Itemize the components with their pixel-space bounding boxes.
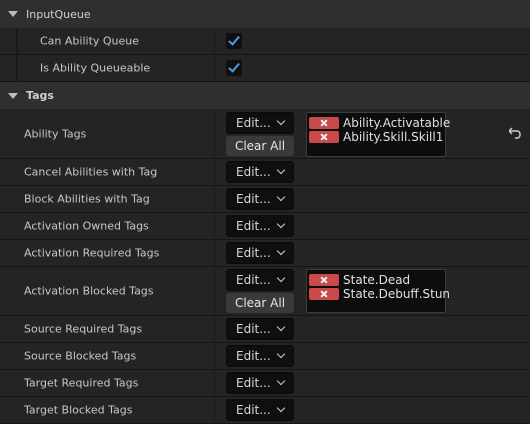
property-label: Block Abilities with Tag [24, 192, 150, 206]
edit-tags-combo[interactable]: Edit... [226, 188, 294, 210]
combo-label: Edit... [236, 116, 271, 130]
combo-label: Edit... [236, 322, 271, 336]
tag-label: State.Dead [343, 273, 411, 287]
chevron-down-icon [276, 322, 286, 332]
tag-item: Ability.Skill.Skill1 [309, 130, 443, 144]
combo-label: Edit... [236, 403, 271, 417]
property-row-target-required: Target Required Tags Edit... [0, 370, 530, 397]
category-inputqueue[interactable]: InputQueue [0, 0, 530, 29]
x-icon[interactable] [309, 117, 339, 129]
edit-tags-combo[interactable]: Edit... [226, 318, 294, 340]
combo-label: Edit... [236, 219, 271, 233]
triangle-down-icon[interactable] [8, 11, 18, 17]
category-title: InputQueue [26, 7, 91, 21]
property-label: Source Blocked Tags [24, 349, 137, 363]
property-row-source-blocked: Source Blocked Tags Edit... [0, 343, 530, 370]
chevron-down-icon [276, 165, 286, 175]
combo-label: Edit... [236, 246, 271, 260]
is-ability-queueable-checkbox[interactable] [226, 60, 242, 76]
clear-all-button[interactable]: Clear All [226, 293, 294, 313]
property-row-is-ability-queueable: Is Ability Queueable [0, 55, 530, 82]
property-label: Source Required Tags [24, 322, 143, 336]
property-row-source-required: Source Required Tags Edit... [0, 316, 530, 343]
property-row-block-abilities: Block Abilities with Tag Edit... [0, 186, 530, 213]
column-divider[interactable] [214, 397, 215, 423]
tag-label: Ability.Activatable [343, 116, 451, 130]
edit-tags-combo[interactable]: Edit... [226, 345, 294, 367]
edit-tags-combo[interactable]: Edit... [226, 112, 294, 134]
tag-item: Ability.Activatable [309, 116, 450, 130]
column-divider[interactable] [214, 109, 215, 158]
property-label: Activation Owned Tags [24, 219, 149, 233]
property-label: Cancel Abilities with Tag [24, 165, 158, 179]
property-row-activation-blocked: Activation Blocked Tags Edit... Clear Al… [0, 267, 530, 316]
combo-label: Edit... [236, 349, 271, 363]
column-divider[interactable] [214, 370, 215, 396]
column-divider[interactable] [214, 343, 215, 369]
tag-label: Ability.Skill.Skill1 [343, 130, 444, 144]
property-label: Target Blocked Tags [24, 403, 133, 417]
edit-tags-combo[interactable]: Edit... [226, 161, 294, 183]
x-icon[interactable] [309, 288, 339, 300]
chevron-down-icon [276, 246, 286, 256]
combo-label: Edit... [236, 192, 271, 206]
edit-tags-combo[interactable]: Edit... [226, 399, 294, 421]
column-divider[interactable] [214, 213, 215, 239]
combo-label: Edit... [236, 165, 271, 179]
property-label: Ability Tags [24, 127, 87, 140]
clear-all-button[interactable]: Clear All [226, 136, 294, 156]
tag-item: State.Dead [309, 273, 443, 287]
indent-guide [16, 28, 18, 54]
edit-tags-combo[interactable]: Edit... [226, 242, 294, 264]
tag-container: Ability.Activatable Ability.Skill.Skill1 [306, 112, 450, 157]
checkmark-icon [228, 33, 240, 46]
property-label: Is Ability Queueable [40, 61, 151, 75]
chevron-down-icon [276, 273, 286, 283]
indent-guide [16, 55, 18, 81]
property-row-target-blocked: Target Blocked Tags Edit... [0, 397, 530, 424]
edit-tags-combo[interactable]: Edit... [226, 269, 294, 291]
property-label: Activation Required Tags [24, 246, 160, 260]
column-divider[interactable] [214, 55, 215, 81]
tag-item: State.Debuff.Stun [309, 287, 450, 301]
x-icon[interactable] [309, 274, 339, 286]
property-row-can-ability-queue: Can Ability Queue [0, 28, 530, 55]
column-divider[interactable] [214, 186, 215, 212]
edit-tags-combo[interactable]: Edit... [226, 372, 294, 394]
edit-tags-combo[interactable]: Edit... [226, 215, 294, 237]
can-ability-queue-checkbox[interactable] [226, 33, 242, 49]
combo-label: Edit... [236, 273, 271, 287]
category-title: Tags [26, 89, 54, 102]
property-row-activation-owned: Activation Owned Tags Edit... [0, 213, 530, 240]
chevron-down-icon [276, 403, 286, 413]
tag-container: State.Dead State.Debuff.Stun [306, 269, 450, 313]
property-label: Activation Blocked Tags [24, 284, 154, 298]
category-tags[interactable]: Tags [0, 82, 530, 110]
triangle-down-icon[interactable] [8, 92, 18, 99]
column-divider[interactable] [214, 267, 215, 315]
chevron-down-icon [276, 192, 286, 202]
combo-label: Edit... [236, 376, 271, 390]
chevron-down-icon [276, 219, 286, 229]
chevron-down-icon [276, 376, 286, 386]
property-label: Target Required Tags [24, 376, 139, 390]
property-row-ability-tags: Ability Tags Edit... Clear All Ability.A… [0, 109, 530, 159]
checkmark-icon [228, 60, 240, 73]
column-divider[interactable] [214, 159, 215, 185]
column-divider[interactable] [214, 316, 215, 342]
column-divider[interactable] [214, 28, 215, 54]
tag-label: State.Debuff.Stun [343, 287, 451, 301]
reset-arrow-icon[interactable] [509, 127, 523, 139]
property-row-cancel-abilities: Cancel Abilities with Tag Edit... [0, 159, 530, 186]
property-label: Can Ability Queue [40, 34, 140, 48]
x-icon[interactable] [309, 131, 339, 143]
chevron-down-icon [276, 116, 286, 126]
property-row-activation-required: Activation Required Tags Edit... [0, 240, 530, 267]
chevron-down-icon [276, 349, 286, 359]
column-divider[interactable] [214, 240, 215, 266]
